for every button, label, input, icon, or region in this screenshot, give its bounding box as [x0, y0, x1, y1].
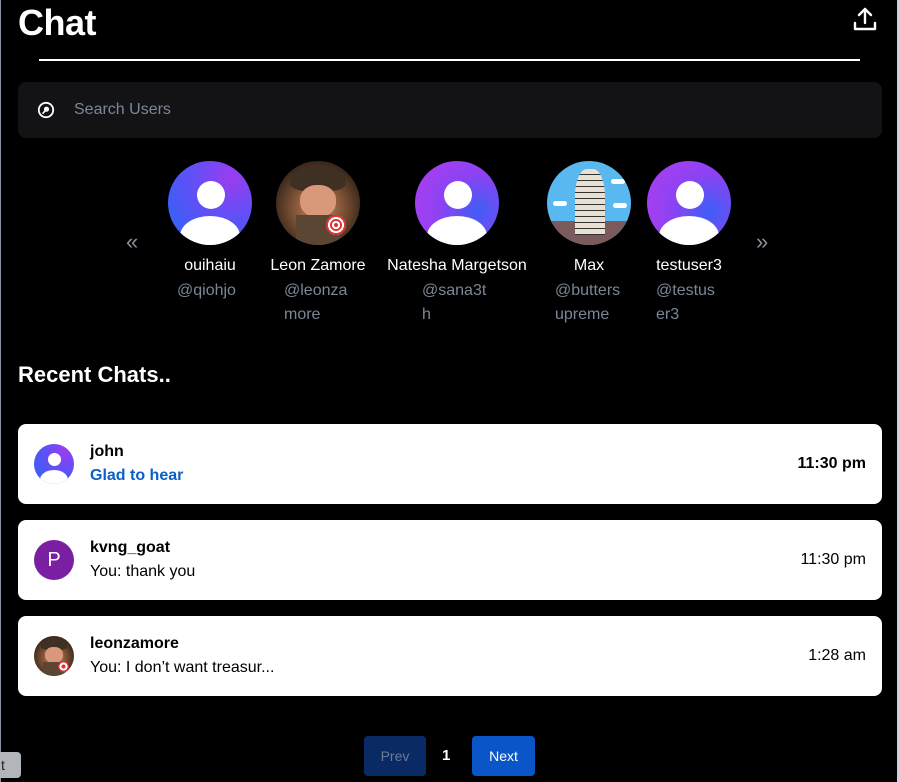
chat-name: kvng_goat [90, 539, 171, 556]
chat-list-item[interactable]: john Glad to hear 11:30 pm [18, 424, 882, 504]
chat-name: leonzamore [90, 635, 179, 652]
user-card[interactable]: ouihaiu @qiohjo [168, 161, 252, 303]
default-person-icon [197, 181, 225, 209]
chat-time: 11:30 pm [797, 455, 866, 472]
user-card[interactable]: Max @buttersupreme [547, 161, 631, 327]
chat-last-message: You: thank you [90, 563, 196, 580]
user-handle: @testuser3 [656, 282, 715, 323]
user-name: ouihaiu [184, 257, 236, 274]
chat-avatar [34, 636, 74, 676]
user-name: Max [573, 257, 605, 274]
user-handle: @qiohjo [177, 282, 236, 299]
upload-share-icon[interactable] [852, 6, 878, 32]
current-page-number: 1 [442, 747, 451, 764]
carousel-next-icon[interactable]: » [756, 231, 768, 253]
prev-page-button[interactable]: Prev [364, 736, 426, 776]
chat-name: john [90, 443, 124, 460]
user-name: testuser3 [656, 257, 722, 274]
search-icon [37, 101, 55, 119]
search-bar[interactable] [18, 82, 882, 138]
avatar [415, 161, 499, 245]
chat-last-message: Glad to hear [90, 467, 184, 484]
avatar [168, 161, 252, 245]
user-name: Natesha Margetson [387, 257, 527, 274]
user-card[interactable]: Leon Zamore @leonzamore [268, 161, 368, 327]
user-handle: @buttersupreme [555, 282, 621, 323]
chat-avatar [34, 444, 74, 484]
user-card[interactable]: Natesha Margetson @sana3th [383, 161, 531, 327]
header-divider [39, 59, 860, 61]
chat-last-message: You: I don’t want treasur... [90, 659, 275, 676]
user-card[interactable]: testuser3 @testuser3 [647, 161, 731, 327]
page-title: Chat [18, 2, 97, 43]
tooltip: t [0, 752, 21, 778]
user-name: Leon Zamore [270, 257, 366, 274]
chat-time: 11:30 pm [800, 551, 866, 568]
default-person-icon [444, 181, 472, 209]
search-input[interactable] [74, 101, 854, 119]
carousel-prev-icon[interactable]: « [126, 231, 138, 253]
user-handle: @sana3th [422, 282, 487, 323]
avatar [276, 161, 360, 245]
default-person-icon [676, 181, 704, 209]
next-page-button[interactable]: Next [472, 736, 535, 776]
user-handle: @leonzamore [284, 282, 348, 323]
default-person-icon [48, 453, 61, 466]
chat-time: 1:28 am [808, 647, 866, 664]
avatar [547, 161, 631, 245]
recent-chats-heading: Recent Chats.. [18, 362, 171, 387]
chat-list-item[interactable]: leonzamore You: I don’t want treasur... … [18, 616, 882, 696]
chat-avatar: P [34, 540, 74, 580]
chat-list-item[interactable]: P kvng_goat You: thank you 11:30 pm [18, 520, 882, 600]
avatar [647, 161, 731, 245]
